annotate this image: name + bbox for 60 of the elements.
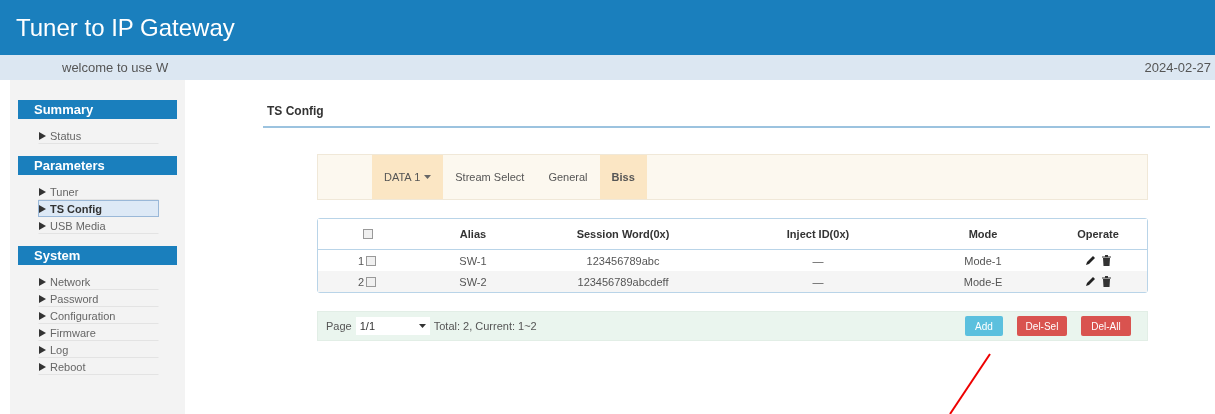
table-cell-text: 123456789abc xyxy=(585,254,661,267)
caret-icon xyxy=(424,175,432,179)
sidebar-item[interactable]: Reboot xyxy=(38,358,159,375)
sidebar-item[interactable]: Firmware xyxy=(38,324,159,341)
sidebar-item[interactable]: TS Config xyxy=(38,200,159,217)
row-number: 1 xyxy=(357,254,364,267)
triangle-icon xyxy=(39,346,46,354)
table-cell-text: — xyxy=(811,254,825,267)
delete-icon[interactable] xyxy=(1102,255,1111,266)
triangle-icon xyxy=(39,188,46,196)
triangle-icon xyxy=(39,205,46,213)
column-header: Session Word(0x) xyxy=(575,228,671,240)
triangle-icon xyxy=(39,278,46,286)
table-cell-text: 123456789abcdeff xyxy=(576,275,670,288)
action-button[interactable]: Del-All xyxy=(1081,316,1131,336)
table-cell-text: SW-2 xyxy=(458,275,488,288)
sidebar-section-title: Parameters xyxy=(18,156,177,175)
triangle-icon xyxy=(39,295,46,303)
column-header: Inject ID(0x) xyxy=(785,228,851,240)
page-label: Page xyxy=(326,320,352,332)
triangle-icon xyxy=(39,312,46,320)
table-cell-text: Mode-E xyxy=(962,275,1004,288)
sidebar-item[interactable]: Status xyxy=(38,127,159,144)
edit-icon[interactable] xyxy=(1085,276,1096,287)
annotation-line xyxy=(949,353,991,414)
app-title: Tuner to IP Gateway xyxy=(16,13,235,42)
sidebar-item[interactable]: Network xyxy=(38,273,159,290)
triangle-icon xyxy=(39,132,46,140)
sidebar-section-title: System xyxy=(18,246,177,265)
dropdown-tab[interactable]: DATA 1 xyxy=(372,155,444,199)
triangle-icon xyxy=(39,222,46,230)
pager-summary: Total: 2, Current: 1~2 xyxy=(433,320,537,332)
row-number: 2 xyxy=(357,275,364,288)
sidebar-item[interactable]: Configuration xyxy=(38,307,159,324)
table-cell-text: SW-1 xyxy=(458,254,488,267)
welcome-message: welcome to use W xyxy=(62,60,169,75)
tab[interactable]: Stream Select xyxy=(443,155,537,199)
table-cell-text: — xyxy=(811,275,825,288)
sidebar-item[interactable]: Log xyxy=(38,341,159,358)
column-header: Mode xyxy=(967,228,999,240)
tab[interactable]: Biss xyxy=(599,155,647,199)
page-title: TS Config xyxy=(266,104,325,120)
triangle-icon xyxy=(39,363,46,371)
column-header: Operate xyxy=(1076,228,1120,240)
sidebar-section-title: Summary xyxy=(18,100,177,119)
checkbox[interactable] xyxy=(366,276,376,287)
sidebar-item[interactable]: USB Media xyxy=(38,217,159,234)
page-select[interactable]: 1/1 xyxy=(355,317,430,335)
date-text: 2024-02-27 xyxy=(1144,60,1211,75)
column-header: Alias xyxy=(458,228,488,240)
table-cell-text: Mode-1 xyxy=(963,254,1003,267)
caret-icon xyxy=(418,324,426,328)
checkbox[interactable] xyxy=(363,229,373,239)
action-button[interactable]: Del-Sel xyxy=(1017,316,1067,336)
checkbox[interactable] xyxy=(366,255,376,266)
sidebar-item[interactable]: Password xyxy=(38,290,159,307)
tab[interactable]: General xyxy=(536,155,600,199)
delete-icon[interactable] xyxy=(1102,276,1111,287)
triangle-icon xyxy=(39,329,46,337)
edit-icon[interactable] xyxy=(1085,255,1096,266)
